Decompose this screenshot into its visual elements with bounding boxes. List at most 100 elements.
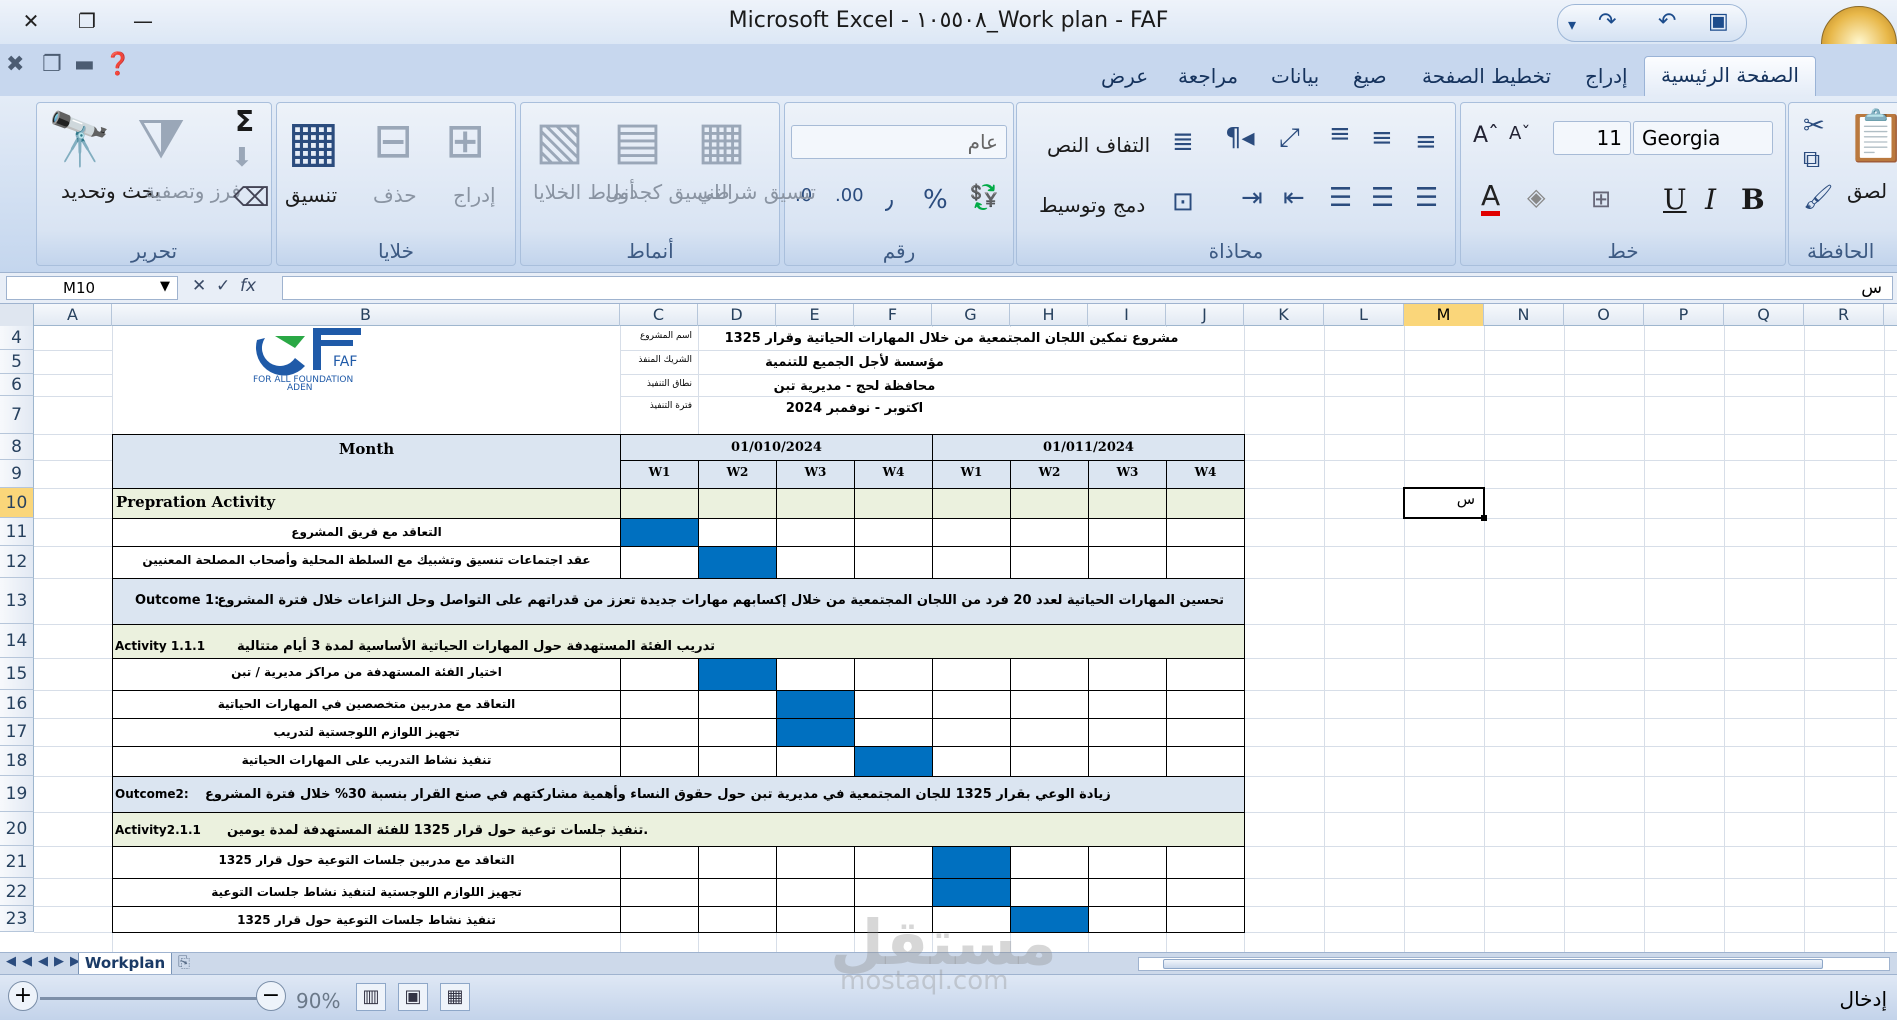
column-header-g[interactable]: G — [932, 304, 1010, 326]
tab-review[interactable]: مراجعة — [1178, 64, 1238, 88]
merge-center-button[interactable]: دمج وتوسيط — [1039, 193, 1145, 217]
rtl-icon[interactable]: ¶◂ — [1225, 123, 1255, 153]
align-center-icon[interactable]: ☰ — [1371, 183, 1394, 213]
increase-indent-icon[interactable]: ⇥ — [1241, 183, 1263, 213]
column-header-p[interactable]: P — [1644, 304, 1724, 326]
align-left-icon[interactable]: ☰ — [1415, 183, 1438, 213]
row-header-16[interactable]: 16 — [0, 690, 34, 718]
column-header-i[interactable]: I — [1088, 304, 1166, 326]
insert-function-icon[interactable]: fx — [240, 276, 256, 296]
cell-styles-icon[interactable]: ▧ — [535, 111, 584, 171]
tab-page-layout[interactable]: تخطيط الصفحة — [1422, 64, 1551, 88]
insert-sheet-icon[interactable]: ⎘ — [178, 953, 190, 971]
format-as-table-icon[interactable]: ▤ — [613, 111, 662, 171]
close-workbook-icon[interactable]: ✖ — [6, 52, 24, 77]
paste-icon[interactable]: 📋 — [1845, 107, 1897, 166]
align-right-icon[interactable]: ☰ — [1329, 183, 1352, 213]
sort-filter-icon[interactable]: ⧩ — [137, 107, 185, 171]
save-icon[interactable]: ▣ — [1708, 9, 1729, 34]
insert-cells-icon[interactable]: ⊞ — [445, 113, 485, 169]
row-header-21[interactable]: 21 — [0, 846, 34, 878]
column-header-b[interactable]: B — [112, 304, 620, 326]
tab-formulas[interactable]: صيغ — [1353, 64, 1387, 88]
format-cells-icon[interactable]: ▦ — [287, 109, 340, 174]
restore-icon[interactable]: ❐ — [70, 6, 104, 36]
grow-font-icon[interactable]: Aˆ — [1473, 123, 1499, 148]
column-header-l[interactable]: L — [1324, 304, 1404, 326]
fill-color-icon[interactable]: ◈ — [1527, 183, 1545, 211]
redo-icon[interactable]: ↷ — [1598, 9, 1616, 34]
wrap-text-button[interactable]: التفاف النص — [1047, 133, 1150, 157]
select-all-corner[interactable] — [0, 304, 34, 326]
name-box-dropdown-icon[interactable]: ▼ — [160, 279, 170, 294]
column-header-c[interactable]: C — [620, 304, 698, 326]
row-header-17[interactable]: 17 — [0, 718, 34, 746]
row-header-20[interactable]: 20 — [0, 812, 34, 846]
restore-workbook-icon[interactable]: ❐ — [42, 52, 62, 77]
column-header-e[interactable]: E — [776, 304, 854, 326]
selected-cell-m10[interactable]: س — [1403, 487, 1487, 521]
row-header-15[interactable]: 15 — [0, 658, 34, 690]
minimize-icon[interactable]: — — [126, 6, 160, 36]
row-header-23[interactable]: 23 — [0, 906, 34, 932]
italic-button[interactable]: I — [1705, 183, 1716, 216]
format-cells-button[interactable]: تنسيق — [285, 183, 337, 207]
merge-icon[interactable]: ⊡ — [1172, 187, 1194, 217]
bold-button[interactable]: B — [1741, 183, 1765, 216]
column-header-r[interactable]: R — [1804, 304, 1884, 326]
tab-data[interactable]: بيانات — [1271, 64, 1319, 88]
font-size-select[interactable]: 11 — [1553, 121, 1631, 155]
clear-icon[interactable]: ⌫ — [233, 183, 270, 213]
column-header-f[interactable]: F — [854, 304, 932, 326]
column-header-h[interactable]: H — [1010, 304, 1088, 326]
zoom-level[interactable]: 90% — [296, 989, 340, 1013]
row-header-19[interactable]: 19 — [0, 776, 34, 812]
fill-icon[interactable]: ⬇ — [231, 143, 253, 173]
column-header-n[interactable]: N — [1484, 304, 1564, 326]
column-header-a[interactable]: A — [34, 304, 112, 326]
insert-cells-button[interactable]: إدراج — [453, 183, 496, 207]
comma-button[interactable]: ٫ — [885, 185, 893, 215]
decrease-decimal-icon[interactable]: .00 — [835, 185, 864, 206]
shrink-font-icon[interactable]: Aˇ — [1509, 123, 1530, 144]
column-header-k[interactable]: K — [1244, 304, 1324, 326]
close-icon[interactable]: ✕ — [14, 6, 48, 36]
name-box[interactable]: M10 — [6, 276, 178, 300]
delete-cells-icon[interactable]: ⊟ — [373, 113, 413, 169]
wrap-text-icon[interactable]: ≣ — [1172, 127, 1194, 157]
column-header-d[interactable]: D — [698, 304, 776, 326]
row-header-7[interactable]: 7 — [0, 396, 34, 434]
percent-button[interactable]: % — [923, 185, 948, 215]
sort-filter-button[interactable]: فرز وتصفية — [145, 177, 241, 205]
row-header-6[interactable]: 6 — [0, 374, 34, 396]
align-middle-icon[interactable]: ≡ — [1371, 123, 1393, 153]
row-header-14[interactable]: 14 — [0, 624, 34, 658]
normal-view-icon[interactable]: ▦ — [440, 983, 470, 1011]
row-header-8[interactable]: 8 — [0, 434, 34, 460]
sheet-tab-workplan[interactable]: Workplan — [78, 953, 172, 975]
zoom-out-icon[interactable]: − — [256, 981, 286, 1011]
row-header-18[interactable]: 18 — [0, 746, 34, 776]
zoom-slider[interactable] — [40, 997, 260, 1000]
format-painter-icon[interactable]: 🖌 — [1803, 183, 1833, 211]
cut-icon[interactable]: ✂ — [1803, 111, 1825, 141]
cell-styles-button[interactable]: أنماط الخلايا — [533, 179, 635, 205]
row-header-13[interactable]: 13 — [0, 578, 34, 624]
number-format-select[interactable]: عام — [791, 125, 1007, 159]
row-header-5[interactable]: 5 — [0, 350, 34, 374]
column-header-q[interactable]: Q — [1724, 304, 1804, 326]
borders-icon[interactable]: ⊞ — [1591, 185, 1611, 213]
zoom-in-icon[interactable]: + — [8, 981, 38, 1011]
enter-icon[interactable]: ✓ — [216, 276, 230, 296]
fill-handle[interactable] — [1481, 515, 1487, 521]
delete-cells-button[interactable]: حذف — [373, 183, 417, 207]
worksheet-grid[interactable]: 4 5 6 7 8 9 10 11 12 13 14 15 16 17 18 19 20 21 22 23 FAF FOR… — [0, 326, 1897, 952]
formula-input[interactable]: س — [282, 276, 1893, 300]
underline-button[interactable]: U — [1663, 183, 1687, 216]
conditional-format-icon[interactable]: ▦ — [697, 111, 746, 171]
tab-view[interactable]: عرض — [1101, 64, 1148, 88]
row-header-22[interactable]: 22 — [0, 878, 34, 906]
row-header-9[interactable]: 9 — [0, 460, 34, 488]
decrease-indent-icon[interactable]: ⇤ — [1283, 183, 1305, 213]
scrollbar-thumb[interactable] — [1163, 959, 1823, 969]
